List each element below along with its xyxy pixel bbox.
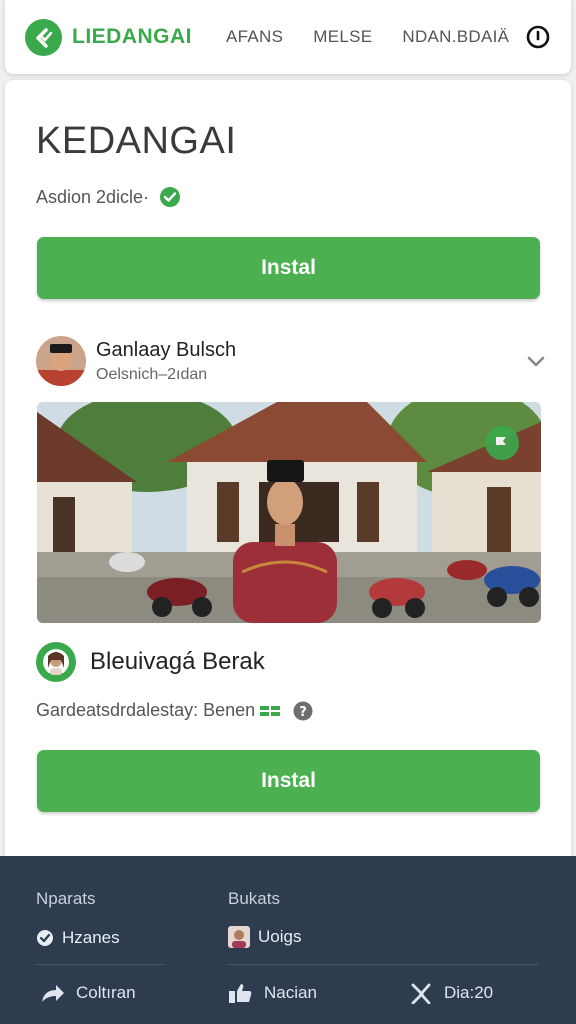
profile-row[interactable]: Bleuivagá Berak bbox=[36, 642, 265, 682]
footer-link-coltiran[interactable]: Coltıran bbox=[40, 982, 136, 1004]
footer-link-label: Dia:20 bbox=[444, 983, 494, 1002]
footer-link-dia[interactable]: Dia:20 bbox=[410, 982, 493, 1004]
svg-text:?: ? bbox=[299, 705, 307, 720]
nav-link-melse[interactable]: MELSE bbox=[313, 27, 372, 47]
footer-link-label: Nacian bbox=[264, 983, 317, 1002]
footer-divider bbox=[228, 964, 538, 965]
footer: Nparats Bukats Hzanes Uoigs Coltıran Nac… bbox=[0, 856, 576, 1024]
footer-item-label: Hzanes bbox=[62, 928, 120, 947]
avatar[interactable] bbox=[36, 642, 76, 682]
meta-text: Gardeatsdrdalestay: Benen bbox=[36, 700, 256, 720]
brand-name[interactable]: LIEDANGAI bbox=[72, 25, 192, 49]
avatar[interactable] bbox=[36, 336, 86, 386]
subtitle: Asdion 2dicle· bbox=[36, 186, 150, 207]
subtitle-row: Asdion 2dicle· bbox=[36, 186, 181, 208]
footer-heading-2: Bukats bbox=[228, 889, 280, 908]
nav-link-ndan[interactable]: NDAN.BDAIÄ bbox=[402, 27, 509, 47]
avatar-thumbnail-icon bbox=[228, 926, 250, 948]
post-photo[interactable] bbox=[37, 402, 541, 623]
logo-icon[interactable] bbox=[25, 18, 62, 56]
meta-row: Gardeatsdrdalestay: Benen ? bbox=[36, 700, 313, 721]
back-check-icon bbox=[35, 28, 52, 48]
check-circle-icon bbox=[160, 187, 181, 207]
flag-icon bbox=[496, 437, 506, 449]
footer-link-label: Coltıran bbox=[76, 983, 136, 1002]
village-photo bbox=[37, 402, 541, 623]
install-button[interactable]: Instal bbox=[37, 237, 540, 299]
power-icon[interactable] bbox=[525, 24, 551, 50]
footer-link-nacian[interactable]: Nacian bbox=[228, 982, 317, 1004]
footer-item-hzanes[interactable]: Hzanes bbox=[36, 928, 120, 948]
nav-link-afans[interactable]: AFANS bbox=[226, 27, 283, 47]
author-subtitle: Oelsnich–2ıdan bbox=[96, 365, 208, 383]
share-arrow-icon bbox=[42, 985, 64, 1002]
profile-name: Bleuivagá Berak bbox=[90, 648, 265, 675]
footer-heading-1: Nparats bbox=[36, 889, 96, 908]
author-name: Ganlaay Bulsch bbox=[96, 338, 237, 361]
question-circle-icon[interactable]: ? bbox=[293, 701, 313, 721]
shield-check-icon bbox=[37, 930, 53, 946]
thumbs-up-icon bbox=[229, 984, 252, 1003]
photo-badge-icon[interactable] bbox=[485, 426, 519, 460]
avatar-image bbox=[36, 336, 86, 386]
install-button-secondary[interactable]: Instal bbox=[37, 750, 540, 812]
top-navbar: LIEDANGAI AFANS MELSE NDAN.BDAIÄ bbox=[5, 0, 571, 74]
chevron-down-icon[interactable] bbox=[526, 354, 546, 368]
page-title: KEDANGAI bbox=[36, 120, 237, 162]
x-icon bbox=[411, 983, 431, 1004]
app-card: KEDANGAI Asdion 2dicle· Instal Ganlaay B… bbox=[5, 80, 571, 870]
footer-item-uoigs[interactable]: Uoigs bbox=[228, 926, 301, 948]
user-avatar-icon bbox=[43, 649, 69, 675]
footer-item-label: Uoigs bbox=[258, 927, 302, 946]
grid-icon bbox=[260, 705, 281, 716]
author-row[interactable]: Ganlaay Bulsch Oelsnich–2ıdan bbox=[36, 334, 546, 388]
footer-divider bbox=[36, 964, 164, 965]
